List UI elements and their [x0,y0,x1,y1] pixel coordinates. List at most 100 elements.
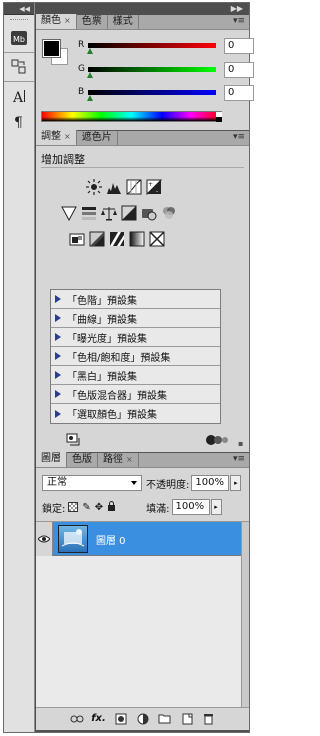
tab-channels[interactable]: 色版 [67,453,98,467]
blend-mode-select[interactable]: 正常 [42,475,142,491]
preset-levels[interactable]: 「色階」預設集 [51,290,220,309]
color-panel: 顏色 × 色票 樣式 ▾≡ R 0 G 0 B 0 [36,14,254,131]
preset-exposure[interactable]: 「曝光度」預設集 [51,328,220,347]
preset-black-white[interactable]: 「黑白」預設集 [51,366,220,385]
vibrance-icon[interactable] [60,204,77,221]
color-panel-tabs: 顏色 × 色票 樣式 ▾≡ [36,14,249,30]
panel-menu-icon[interactable]: ▾≡ [233,132,245,142]
channel-label: B [78,87,85,97]
brightness-contrast-icon[interactable] [85,178,102,195]
new-group-folder-icon[interactable] [157,712,172,726]
paragraph-icon[interactable]: ¶ [8,110,30,132]
panel-menu-icon[interactable]: ▾≡ [233,16,245,26]
lock-transparent-icon[interactable] [68,502,79,512]
adjustments-bottom-bar: ▪ [36,431,249,453]
tab-color[interactable]: 顏色 × [36,14,77,29]
svg-text:A: A [12,90,24,105]
collapse-arrows-icon[interactable]: ◀◀ [19,5,30,13]
tab-swatches[interactable]: 色票 [77,15,108,29]
expand-triangle-icon[interactable] [55,371,61,379]
posterize-icon[interactable] [88,230,105,247]
expand-triangle-icon[interactable] [55,409,61,418]
fill-field[interactable]: 100% [171,499,210,515]
selective-color-icon[interactable] [148,230,165,247]
hue-saturation-icon[interactable] [80,204,97,221]
blend-opacity-row: 正常 不透明度: 100% ▸ [42,475,242,491]
collapse-arrows-icon[interactable]: ▶▶ [231,4,243,13]
lock-position-move-icon[interactable]: ✥ [95,502,103,513]
delete-layer-trash-icon[interactable] [201,712,216,726]
expand-triangle-icon[interactable] [55,314,61,322]
preset-channel-mixer[interactable]: 「色版混合器」預設集 [51,385,220,404]
red-slider-thumb[interactable] [87,48,93,54]
curves-icon[interactable] [125,178,142,195]
green-value-field[interactable]: 0 [224,62,254,78]
adjustment-icons-row-3 [68,230,165,247]
fill-stepper-icon[interactable]: ▸ [210,499,222,515]
expand-triangle-icon[interactable] [55,295,61,303]
red-value-field[interactable]: 0 [224,38,254,54]
foreground-color-swatch[interactable] [42,39,61,58]
expand-triangle-icon[interactable] [55,390,61,398]
blue-slider-track[interactable] [88,90,216,95]
layer-style-fx-icon[interactable]: fx. [91,712,106,726]
lock-all-icon[interactable] [107,500,116,514]
layer-row[interactable]: 圖層 0 [36,522,241,556]
exposure-icon[interactable]: + - [145,178,162,195]
layers-panel: 圖層 色版 路徑 × ▾≡ 正常 不透明度: 100% ▸ 鎖定: ✎ ✥ 填滿:… [36,452,249,731]
green-slider-thumb[interactable] [87,72,93,78]
add-mask-icon[interactable] [113,712,128,726]
photo-filter-icon[interactable] [140,204,157,221]
levels-icon[interactable] [105,178,122,195]
resize-grip-icon[interactable]: ▪ [238,439,243,448]
strip-header[interactable]: ◀◀ [4,3,34,15]
clip-to-layer-icon[interactable] [66,433,82,450]
color-balance-icon[interactable] [100,204,117,221]
preset-curves[interactable]: 「曲線」預設集 [51,309,220,328]
new-adjustment-layer-icon[interactable] [135,712,150,726]
new-layer-icon[interactable] [179,712,194,726]
blue-value-field[interactable]: 0 [224,85,254,101]
channel-label: G [78,64,85,74]
black-white-swatches[interactable] [216,112,222,122]
tab-paths[interactable]: 路徑 × [98,453,139,467]
animation-icon[interactable] [8,56,30,78]
tab-styles[interactable]: 樣式 [108,15,139,29]
invert-icon[interactable] [68,230,85,247]
layer-list: 圖層 0 [36,521,249,708]
visibility-toggle[interactable] [36,522,53,556]
link-layers-icon[interactable] [69,712,84,726]
gradient-map-icon[interactable] [128,230,145,247]
character-icon[interactable]: A [8,85,30,107]
lock-image-brush-icon[interactable]: ✎ [82,502,90,513]
tab-masks[interactable]: 遮色片 [77,131,118,145]
chevron-down-icon [131,481,137,485]
tab-adjustments[interactable]: 調整 × [36,130,77,145]
preset-selective-color[interactable]: 「選取顏色」預設集 [51,404,220,423]
view-previous-state-icon[interactable] [206,434,230,449]
expand-triangle-icon[interactable] [55,333,61,341]
color-spectrum-ramp[interactable] [41,111,222,122]
opacity-stepper-icon[interactable]: ▸ [230,475,242,491]
red-slider-track[interactable] [88,43,216,48]
expand-triangle-icon[interactable] [55,352,61,360]
adjustment-icons-row-2 [60,204,177,221]
black-white-icon[interactable] [120,204,137,221]
layers-bottom-toolbar: fx. [36,707,249,729]
opacity-field[interactable]: 100% [191,475,230,491]
layer-list-scrollbar[interactable] [241,522,249,708]
mini-bridge-icon[interactable]: Mb [8,27,30,49]
tab-layers[interactable]: 圖層 [36,452,67,467]
svg-text:¶: ¶ [14,115,23,130]
opacity-label: 不透明度: [146,479,190,491]
layer-thumbnail [58,525,88,553]
preset-hue-saturation[interactable]: 「色相/飽和度」預設集 [51,347,220,366]
blue-slider-thumb[interactable] [87,95,93,101]
panel-column: ▶▶ 顏色 × 色票 樣式 ▾≡ R 0 G 0 B 0 調整 × 遮色片 ▾≡… [36,3,254,731]
blue-channel-row: B 0 [78,85,254,103]
threshold-icon[interactable] [108,230,125,247]
panel-menu-icon[interactable]: ▾≡ [233,454,245,464]
green-slider-track[interactable] [88,67,216,72]
strip-grip[interactable] [10,19,28,23]
channel-mixer-icon[interactable] [160,204,177,221]
